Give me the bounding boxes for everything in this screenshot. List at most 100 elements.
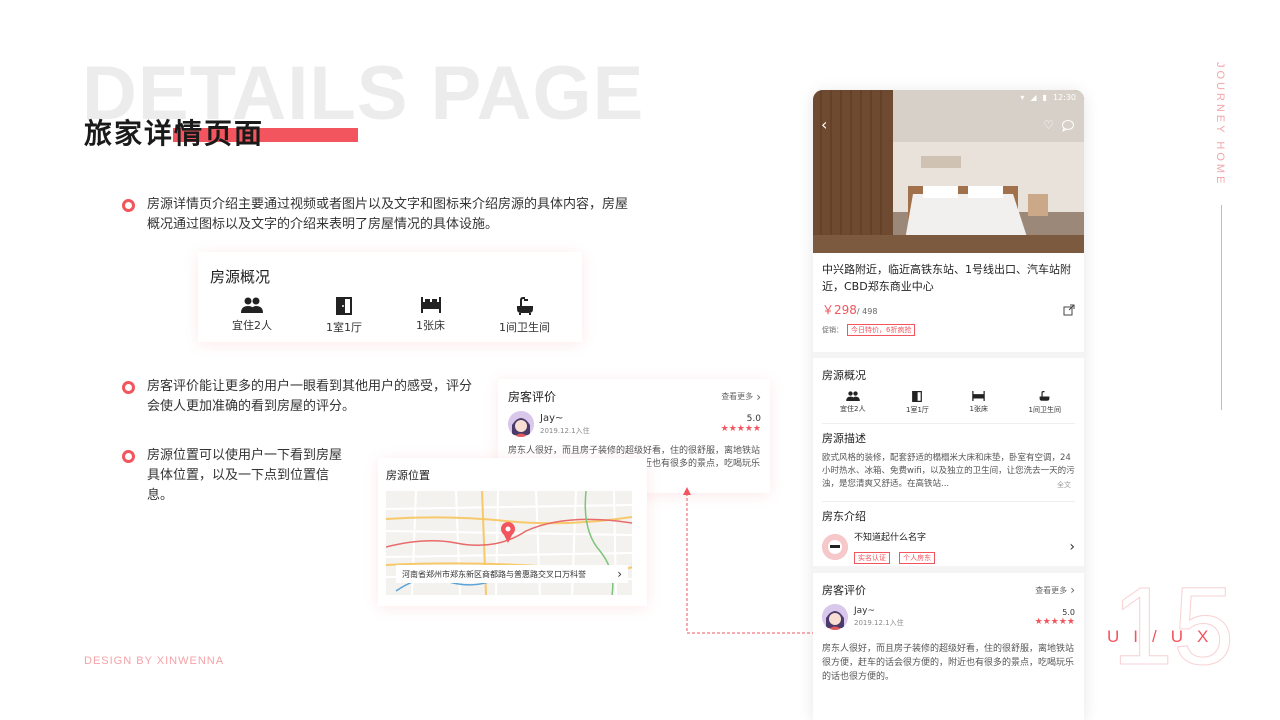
host-section: 房东介绍 不知道起什么名字 实名认证 个人房东 › (813, 501, 1084, 566)
phone-mockup: ▾ ◢ ▮ 12:30 ‹ ♡ 中兴路附近，临近高铁东站、1号线出口、汽车站附近… (813, 90, 1084, 720)
overview-section: 房源概况 宜住2人 1室1厅 1张床 1间卫生间 房源描述 欧式风格的装修，配套… (813, 358, 1084, 501)
bullet-1: 房源详情页介绍主要通过视频或者图片以及文字和图标来介绍房源的具体内容，房屋概况通… (122, 195, 637, 235)
review-score: 5.0 (1062, 607, 1075, 617)
host-row[interactable]: 不知道起什么名字 实名认证 个人房东 › (822, 530, 1075, 564)
host-avatar (822, 534, 848, 560)
status-time: 12:30 (1052, 93, 1076, 102)
bullet-dot-icon (122, 381, 135, 394)
star-rating: ★★★★★ (1034, 616, 1075, 627)
original-price: / 498 (856, 307, 878, 316)
description-text: 欧式风格的装修，配套舒适的榻榻米大床和床垫，卧室有空调，24小时热水、冰箱、免费… (822, 452, 1075, 492)
feature-label: 1张床 (969, 405, 988, 413)
feature-rooms: 1室1厅 (326, 297, 362, 335)
review-more-label: 查看更多 (1035, 585, 1068, 595)
feature-label: 宜住2人 (840, 405, 866, 413)
price: ￥298 (822, 303, 857, 317)
people-icon (845, 391, 860, 401)
review-more-link[interactable]: 查看更多 › (721, 390, 761, 404)
status-bar: ▾ ◢ ▮ 12:30 (1020, 93, 1076, 102)
overview-title: 房源概况 (210, 268, 271, 286)
feature-bed: 1张床 (416, 297, 445, 335)
feature-label: 宜住2人 (232, 319, 272, 332)
feature-label: 1间卫生间 (1028, 406, 1061, 414)
feature-label: 1间卫生间 (499, 321, 550, 334)
host-tag: 实名认证 (854, 552, 890, 564)
feature-bed: 1张床 (969, 391, 988, 415)
description-title: 房源描述 (822, 432, 866, 445)
bullet-text: 房客评价能让更多的用户一眼看到其他用户的感受，评分会使人更加准确的看到房屋的评分… (147, 379, 473, 414)
map[interactable]: 河南省郑州市郑东新区商都路与普惠路交叉口万科誉 › (386, 491, 632, 595)
divider (822, 501, 1075, 502)
feature-label: 1室1厅 (326, 321, 362, 334)
back-icon[interactable]: ‹ (821, 115, 827, 134)
bed-icon (420, 297, 441, 313)
bathtub-icon (1039, 391, 1050, 401)
feature-bath: 1间卫生间 (1029, 391, 1061, 415)
chevron-right-icon: › (756, 389, 761, 404)
review-text: 房东人很好，而且房子装修的超级好看，住的很舒服，离地铁站很方便，赶车的话会很方便… (822, 644, 1075, 682)
bullet-dot-icon (122, 199, 135, 212)
connector-line (683, 487, 819, 636)
side-label: JOURNEY HOME (1214, 62, 1226, 187)
chevron-right-icon: › (1069, 539, 1075, 555)
wifi-icon: ▾ (1020, 93, 1025, 102)
avatar (508, 411, 534, 437)
host-tag: 个人房东 (899, 552, 936, 564)
review-title: 房客评价 (822, 584, 866, 597)
uiux-label: UI/UX (1107, 627, 1223, 646)
address-text: 河南省郑州市郑东新区商都路与普惠路交叉口万科誉 (402, 569, 586, 579)
review-score: 5.0 (746, 414, 761, 424)
review-date: 2019.12.1入住 (854, 619, 904, 627)
review-user: Jay~ (540, 412, 564, 424)
divider (822, 423, 1075, 424)
chevron-right-icon: › (1070, 583, 1075, 597)
bedroom-illustration (813, 90, 1084, 253)
room-photo[interactable]: ▾ ◢ ▮ 12:30 ‹ ♡ (813, 90, 1084, 253)
signal-icon: ◢ (1030, 93, 1037, 102)
avatar (822, 604, 848, 630)
review-more-link[interactable]: 查看更多 › (1035, 583, 1075, 597)
feature-rooms: 1室1厅 (906, 391, 929, 415)
footer-credit: DESIGN BY XINWENNA (84, 655, 225, 667)
heart-icon[interactable]: ♡ (1043, 118, 1054, 132)
location-card: 房源位置 河南省郑州市郑东新区商都路与普惠路交叉口万科誉 › (378, 458, 647, 606)
description-body: 欧式风格的装修，配套舒适的榻榻米大床和床垫，卧室有空调，24小时热水、冰箱、免费… (822, 453, 1075, 489)
bullet-text: 房源详情页介绍主要通过视频或者图片以及文字和图标来介绍房源的具体内容，房屋概况通… (147, 197, 629, 232)
chevron-right-icon: › (617, 567, 622, 581)
battery-icon: ▮ (1042, 93, 1047, 102)
host-name: 不知道起什么名字 (854, 533, 927, 543)
feature-bath: 1间卫生间 (499, 297, 550, 335)
feature-label: 1室1厅 (906, 406, 929, 414)
page-title: 旅家详情页面 (84, 117, 265, 150)
door-icon (336, 297, 352, 315)
bullet-3: 房源位置可以使用户一下看到房屋具体位置，以及一下点到位置信息。 (122, 446, 347, 506)
overview-card: 房源概况 宜住2人 1室1厅 1张床 1间卫生间 (198, 252, 582, 342)
bathtub-icon (516, 297, 533, 315)
review-date: 2019.12.1入住 (540, 426, 590, 435)
host-title: 房东介绍 (822, 510, 866, 523)
chat-icon[interactable] (1062, 120, 1074, 132)
door-icon (912, 391, 923, 402)
review-title: 房客评价 (508, 390, 557, 404)
feature-label: 1张床 (416, 319, 445, 332)
promo-label: 促销： (822, 326, 843, 334)
description-more-link[interactable]: 全文 (1055, 480, 1071, 490)
listing-info: 中兴路附近，临近高铁东站、1号线出口、汽车站附近，CBD郑东商业中心 ￥298 … (813, 253, 1084, 352)
people-icon (241, 297, 263, 313)
star-rating: ★★★★★ (720, 424, 761, 434)
address-bar[interactable]: 河南省郑州市郑东新区商都路与普惠路交叉口万科誉 › (396, 565, 628, 583)
location-title: 房源位置 (386, 469, 430, 482)
review-user: Jay~ (854, 606, 876, 616)
feature-people: 宜住2人 (232, 297, 272, 335)
listing-title: 中兴路附近，临近高铁东站、1号线出口、汽车站附近，CBD郑东商业中心 (822, 263, 1071, 293)
overview-title: 房源概况 (822, 369, 866, 382)
bullet-dot-icon (122, 450, 135, 463)
phone-review-section: 房客评价 查看更多 › Jay~ 2019.12.1入住 5.0 ★★★★★ 房… (813, 573, 1084, 720)
promo-tag: 今日特价，6折疯抢 (847, 324, 916, 336)
share-icon[interactable] (1063, 304, 1075, 316)
review-more-label: 查看更多 (721, 392, 754, 401)
side-line (1221, 205, 1222, 410)
bullet-text: 房源位置可以使用户一下看到房屋具体位置，以及一下点到位置信息。 (147, 448, 343, 503)
feature-people: 宜住2人 (840, 391, 865, 415)
bullet-2: 房客评价能让更多的用户一眼看到其他用户的感受，评分会使人更加准确的看到房屋的评分… (122, 377, 484, 417)
